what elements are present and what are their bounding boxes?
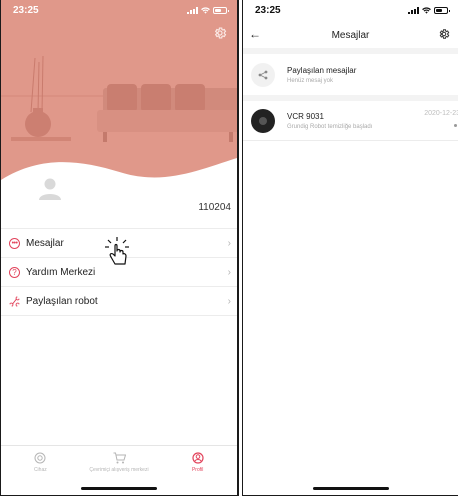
menu-item-label: Yardım Merkezi <box>26 266 96 278</box>
message-date: 2020-12-23 <box>424 110 458 117</box>
status-time: 23:25 <box>255 4 281 16</box>
page-title: Mesajlar <box>331 29 370 41</box>
message-subtitle: Henüz mesaj yok <box>287 78 334 84</box>
home-indicator[interactable] <box>312 487 389 490</box>
settings-gear-icon[interactable] <box>213 26 227 40</box>
message-subtitle: Grundig Robot temizliğe başladı <box>287 123 373 130</box>
profile-screen: 23:25 110204 ••• Mesajlar › ? Yardım Mer… <box>0 0 239 496</box>
battery-icon <box>434 6 450 14</box>
robot-vacuum-icon <box>251 108 275 133</box>
cart-icon <box>113 452 126 464</box>
wifi-icon <box>201 6 210 14</box>
unread-dot <box>454 124 457 127</box>
home-indicator[interactable] <box>81 487 157 490</box>
device-icon <box>34 452 46 464</box>
battery-icon <box>213 6 229 14</box>
help-icon: ? <box>9 266 20 278</box>
signal-icon <box>408 6 419 14</box>
profile-icon <box>192 452 204 464</box>
settings-gear-icon[interactable] <box>438 28 450 40</box>
user-avatar-icon <box>39 178 61 200</box>
tab-profile[interactable]: Profil <box>158 446 237 479</box>
tab-label: Cihaz <box>33 467 47 473</box>
chevron-right-icon: › <box>227 295 231 307</box>
message-title: Paylaşılan mesajlar <box>287 66 357 75</box>
wifi-icon <box>422 6 431 14</box>
chevron-right-icon: › <box>227 266 231 278</box>
bottom-tab-bar: Cihaz Çevrimiçi alışveriş merkezi Profil <box>1 445 237 479</box>
share-icon <box>251 63 275 87</box>
share-icon <box>9 295 20 307</box>
tab-device[interactable]: Cihaz <box>1 446 80 479</box>
shared-messages-row[interactable]: Paylaşılan mesajlar Henüz mesaj yok <box>243 55 458 95</box>
nav-bar: ← Mesajlar <box>243 24 458 46</box>
signal-icon <box>187 6 198 14</box>
user-id: 110204 <box>198 202 231 213</box>
hand-pointer-cursor-icon <box>105 237 129 265</box>
tab-online-shop[interactable]: Çevrimiçi alışveriş merkezi <box>80 446 159 479</box>
status-time: 23:25 <box>13 4 39 16</box>
section-divider <box>243 48 458 54</box>
avatar[interactable] <box>27 165 73 211</box>
back-arrow-icon[interactable]: ← <box>249 27 261 41</box>
tab-label: Profil <box>191 467 204 473</box>
menu-item-label: Paylaşılan robot <box>26 295 98 307</box>
menu-item-shared-robot[interactable]: Paylaşılan robot › <box>1 287 237 316</box>
status-bar: 23:25 <box>243 0 458 20</box>
device-message-row[interactable]: VCR 9031 Grundig Robot temizliğe başladı… <box>243 101 458 141</box>
chevron-right-icon: › <box>227 237 231 249</box>
messages-screen: 23:25 ← Mesajlar Paylaşılan mesajlar Hen <box>242 0 458 496</box>
tab-label: Çevrimiçi alışveriş merkezi <box>89 467 149 473</box>
status-bar: 23:25 <box>1 0 237 20</box>
message-icon: ••• <box>9 237 20 249</box>
